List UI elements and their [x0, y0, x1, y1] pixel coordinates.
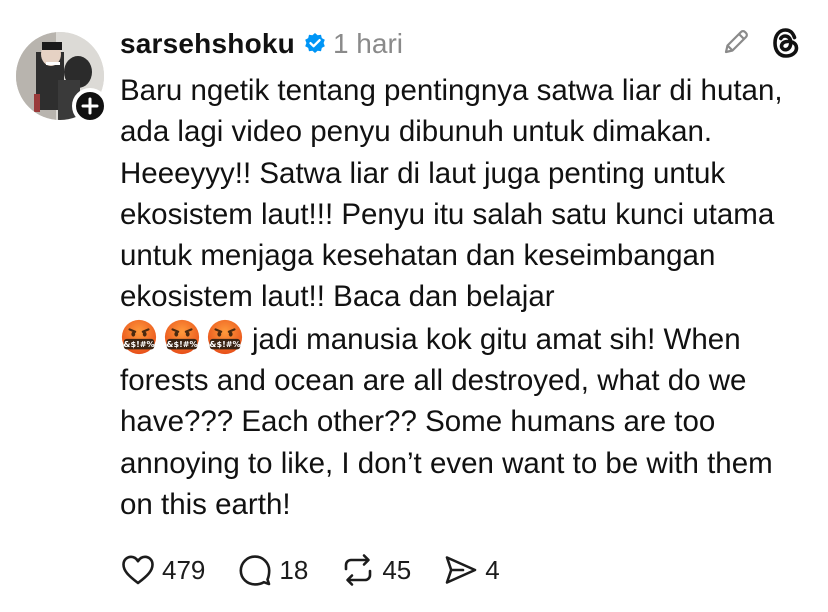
repost-button[interactable]: 45 [340, 552, 411, 588]
face-with-symbols-on-mouth-emoji-icon: &$!#% [121, 319, 157, 354]
like-count: 479 [162, 554, 206, 585]
share-count: 4 [485, 554, 500, 585]
pencil-icon[interactable] [720, 26, 752, 58]
post-actions: 479 18 45 4 [120, 550, 532, 590]
repost-count: 45 [382, 554, 412, 585]
verified-badge-icon [305, 33, 325, 53]
post-text-part1: Baru ngetik tentang pentingnya satwa lia… [120, 74, 783, 314]
reply-button[interactable]: 18 [237, 552, 308, 588]
repost-icon [345, 554, 372, 586]
plus-icon [81, 97, 99, 115]
post-header: sarsehshoku 1 hari [120, 26, 403, 62]
username-link[interactable]: sarsehshoku [120, 28, 295, 60]
post-timestamp: 1 hari [332, 28, 403, 59]
send-icon [445, 556, 477, 584]
emoji-symbol-text: &$!#% [209, 340, 240, 349]
share-button[interactable]: 4 [443, 552, 500, 588]
comment-icon [239, 555, 271, 586]
emoji-symbol-text: &$!#% [123, 340, 154, 349]
follow-button[interactable] [72, 88, 108, 124]
face-with-symbols-on-mouth-emoji-icon: &$!#% [207, 319, 243, 354]
heart-icon [122, 555, 154, 585]
threads-logo[interactable] [768, 24, 804, 62]
emoji-group: &$!#% &$!#% &$!#% [120, 318, 244, 356]
like-button[interactable]: 479 [120, 552, 205, 588]
emoji-symbol-text: &$!#% [166, 340, 197, 349]
face-with-symbols-on-mouth-emoji-icon: &$!#% [164, 319, 200, 354]
post-text: Baru ngetik tentang pentingnya satwa lia… [120, 70, 810, 525]
avatar-container[interactable] [16, 32, 108, 124]
reply-count: 18 [279, 554, 309, 585]
